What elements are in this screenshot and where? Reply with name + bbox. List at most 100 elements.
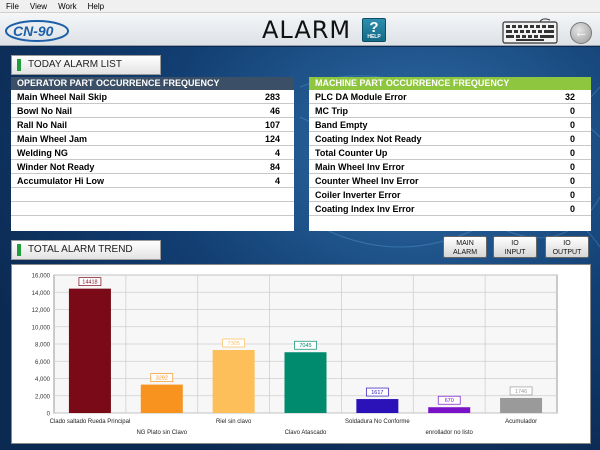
operator-row: Welding NG 4 [11,146,294,160]
operator-row-label: Winder Not Ready [17,162,95,172]
data-label: 7045 [299,343,311,349]
operator-row [11,202,294,216]
operator-row: Bowl No Nail 46 [11,104,294,118]
menu-view[interactable]: View [30,2,47,11]
data-label: 1617 [371,390,383,396]
x-tick-label: Clavo Atascado [285,430,327,436]
io-output-line1: IO [563,240,571,247]
machine-panel-title: MACHINE PART OCCURRENCE FREQUENCY [309,77,591,90]
menu-work[interactable]: Work [58,2,77,11]
operator-row-value: 84 [269,162,280,172]
data-label: 670 [445,398,454,404]
machine-row-label: Coating Index Inv Error [315,204,415,214]
bar [68,288,111,413]
machine-row-label: MC Trip [315,106,348,116]
data-label: 3292 [156,376,168,382]
machine-row-label: Total Counter Up [315,148,388,158]
machine-row-value: 0 [569,190,575,200]
machine-row: Coiler Inverter Error 0 [309,188,591,202]
y-tick-label: 14,000 [32,291,51,297]
main-alarm-line2: ALARM [452,249,478,256]
operator-row: Main Wheel Nail Skip 283 [11,90,294,104]
machine-row-value: 0 [569,106,575,116]
back-arrow-icon[interactable]: ← [570,22,592,44]
machine-row: MC Trip 0 [309,104,591,118]
machine-row-label: Coating Index Not Ready [315,134,422,144]
data-label: 7305 [228,341,240,347]
operator-row: Rall No Nail 107 [11,118,294,132]
bar-chart-svg: 0 2,000 4,000 6,000 8,000 10,000 12,000 14,000 1… [32,274,558,436]
operator-panel: OPERATOR PART OCCURRENCE FREQUENCY Main … [11,77,294,231]
machine-row: Coating Index Inv Error 0 [309,202,591,216]
logo-text: CN-90 [13,23,54,39]
operator-row-label: Welding NG [17,148,68,158]
machine-row-value: 32 [564,92,575,102]
operator-row: Main Wheel Jam 124 [11,132,294,146]
bar [284,352,327,413]
y-tick-label: 6,000 [35,360,51,366]
operator-row-label: Rall No Nail [17,120,68,130]
y-tick-label: 2,000 [35,394,51,400]
operator-row-label: Accumulator Hi Low [17,176,105,186]
machine-row-label: Coiler Inverter Error [315,190,401,200]
x-tick-label: Soldadura No Conforme [345,419,410,425]
operator-panel-title: OPERATOR PART OCCURRENCE FREQUENCY [11,77,294,90]
operator-row-label: Bowl No Nail [17,106,73,116]
operator-row-label: Main Wheel Nail Skip [17,92,108,102]
machine-row: Main Wheel Inv Error 0 [309,160,591,174]
header-bar: CN-90 ALARM ? HELP ← [0,13,600,46]
io-input-line1: IO [511,240,519,247]
operator-row-value: 107 [264,120,280,130]
x-tick-label: enrollador no listo [426,430,474,436]
data-label: 1746 [515,389,527,395]
menu-help[interactable]: Help [88,2,104,11]
x-tick-label: Riel sin clavo [216,419,252,425]
operator-row-value: 46 [269,106,280,116]
machine-row: PLC DA Module Error 32 [309,90,591,104]
keyboard-icon[interactable] [502,18,558,44]
operator-row-value: 124 [264,134,280,144]
machine-row-value: 0 [569,204,575,214]
x-tick-label: NG Plato sin Clavo [136,430,187,436]
cn90-logo: CN-90 [5,20,69,42]
operator-row-value: 4 [274,148,280,158]
io-output-button[interactable]: IO OUTPUT [545,236,589,258]
y-tick-label: 12,000 [32,308,51,314]
bar [428,407,471,413]
operator-row: Winder Not Ready 84 [11,160,294,174]
help-button[interactable]: ? HELP [362,18,386,42]
machine-row-value: 0 [569,120,575,130]
bar [212,349,255,413]
machine-row: Counter Wheel Inv Error 0 [309,174,591,188]
operator-row-value: 4 [274,176,280,186]
menu-bar: File View Work Help [0,0,600,13]
y-tick-label: 16,000 [32,274,51,280]
alarm-trend-chart: 0 2,000 4,000 6,000 8,000 10,000 12,000 14,000 1… [11,264,591,444]
x-tick-label: Acumulador [505,419,537,425]
operator-row: Accumulator Hi Low 4 [11,174,294,188]
machine-row-label: Counter Wheel Inv Error [315,176,419,186]
machine-row: Coating Index Not Ready 0 [309,132,591,146]
x-tick-label: Clado saltado Rueda Principal [50,419,131,425]
io-input-line2: INPUT [504,249,526,256]
y-tick-label: 0 [47,412,51,418]
data-label: 14418 [82,280,97,286]
operator-row-label: Main Wheel Jam [17,134,88,144]
io-input-button[interactable]: IO INPUT [493,236,537,258]
main-alarm-line1: MAIN [456,240,474,247]
machine-row-label: Band Empty [315,120,368,130]
main-alarm-button[interactable]: MAIN ALARM [443,236,487,258]
machine-panel: MACHINE PART OCCURRENCE FREQUENCY PLC DA… [309,77,591,231]
bar [356,399,399,413]
y-tick-label: 8,000 [35,343,51,349]
machine-row-value: 0 [569,176,575,186]
help-label: HELP [367,34,381,40]
menu-file[interactable]: File [6,2,19,11]
machine-row-label: Main Wheel Inv Error [315,162,405,172]
y-tick-label: 10,000 [32,325,51,331]
bar [140,384,183,413]
today-alarm-list-label: TODAY ALARM LIST [11,55,161,75]
machine-row-value: 0 [569,148,575,158]
machine-row-value: 0 [569,162,575,172]
page-title: ALARM [262,16,352,44]
